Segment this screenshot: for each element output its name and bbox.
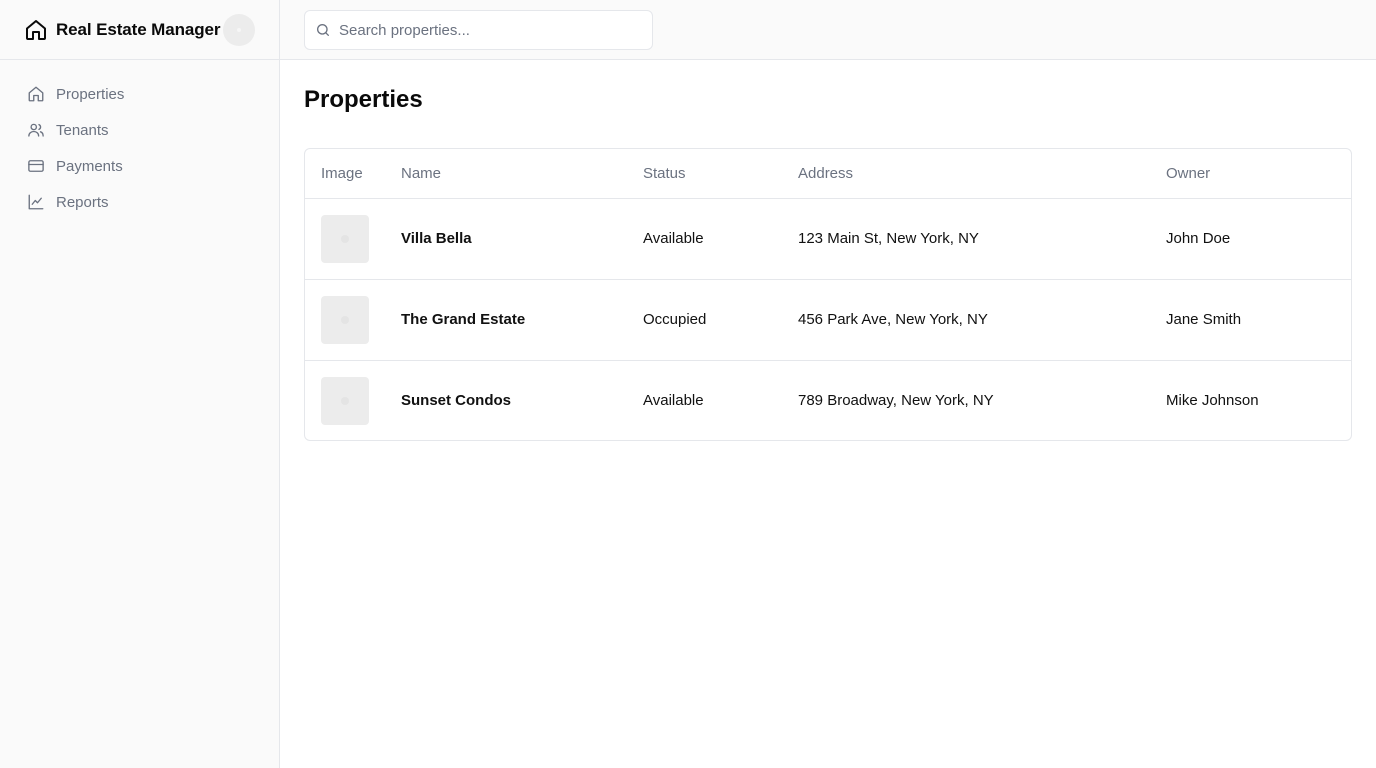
user-avatar[interactable]	[223, 13, 255, 46]
table-row[interactable]: Villa Bella Available 123 Main St, New Y…	[305, 198, 1351, 279]
line-chart-icon	[27, 193, 45, 211]
sidebar-item-tenants[interactable]: Tenants	[0, 112, 279, 148]
sidebar-item-label: Payments	[56, 157, 123, 175]
property-status: Occupied	[627, 278, 782, 360]
column-header-owner[interactable]: Owner	[1150, 149, 1351, 199]
table-header-row: Image Name Status Address Owner	[305, 149, 1351, 199]
sidebar-item-reports[interactable]: Reports	[0, 184, 279, 220]
property-status: Available	[627, 359, 782, 440]
column-header-image[interactable]: Image	[305, 149, 385, 199]
sidebar-item-label: Properties	[56, 85, 125, 103]
property-status: Available	[643, 230, 704, 247]
column-header-status[interactable]: Status	[627, 149, 782, 199]
property-image[interactable]	[321, 214, 369, 263]
house-icon	[27, 85, 45, 103]
table-row[interactable]: Sunset Condos Available 789 Broadway, Ne…	[305, 359, 1351, 440]
sidebar: Real Estate Manager Properties Tenants P…	[0, 0, 280, 768]
table-row[interactable]: The Grand Estate Occupied 456 Park Ave, …	[305, 278, 1351, 360]
property-address: 789 Broadway, New York, NY	[782, 359, 1150, 440]
main-content: Properties Image Name Status Address Own…	[280, 60, 1376, 768]
property-name[interactable]: Sunset Condos	[385, 359, 627, 440]
column-header-address[interactable]: Address	[782, 149, 1150, 199]
property-address: 456 Park Ave, New York, NY	[782, 278, 1150, 360]
property-name[interactable]: Villa Bella	[385, 198, 627, 279]
top-header	[280, 0, 1376, 60]
property-owner: John Doe	[1166, 230, 1231, 247]
property-owner: Mike Johnson	[1150, 359, 1351, 440]
credit-card-icon	[27, 157, 45, 175]
search-icon	[315, 22, 331, 38]
property-owner: Jane Smith	[1150, 278, 1351, 360]
users-icon	[27, 121, 45, 139]
search-box[interactable]	[304, 10, 653, 50]
sidebar-nav: Properties Tenants Payments Reports	[0, 60, 279, 220]
column-header-name[interactable]: Name	[385, 149, 627, 199]
sidebar-item-label: Reports	[56, 193, 109, 211]
property-image[interactable]	[321, 376, 369, 425]
page-title: Properties	[304, 86, 423, 113]
sidebar-item-label: Tenants	[56, 121, 109, 139]
property-address: 123 Main St, New York, NY	[798, 230, 979, 247]
brand-bar: Real Estate Manager	[0, 0, 279, 60]
property-name[interactable]: The Grand Estate	[385, 278, 627, 360]
property-image[interactable]	[321, 295, 369, 344]
properties-table: Image Name Status Address Owner Villa Be…	[304, 148, 1352, 441]
app-title: Real Estate Manager	[56, 19, 221, 39]
sidebar-item-properties[interactable]: Properties	[0, 76, 279, 112]
search-input[interactable]	[339, 21, 639, 39]
house-icon[interactable]	[24, 18, 48, 42]
sidebar-item-payments[interactable]: Payments	[0, 148, 279, 184]
